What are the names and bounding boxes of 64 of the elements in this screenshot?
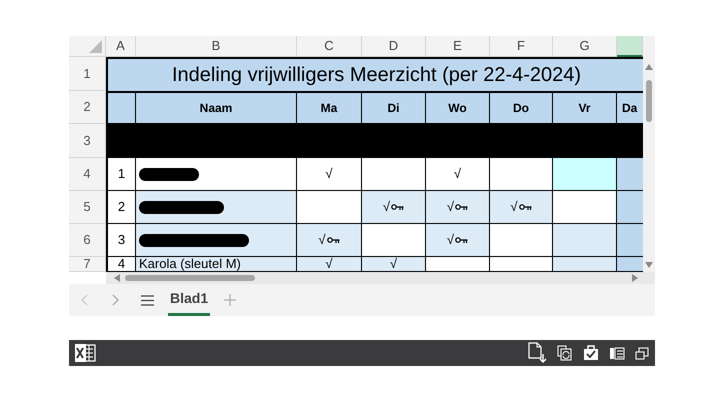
copies-refresh-icon[interactable]	[557, 345, 573, 361]
check-mark: √	[446, 198, 454, 216]
column-header[interactable]: G	[553, 36, 617, 57]
menu-icon[interactable]	[141, 294, 154, 306]
vertical-scrollbar[interactable]	[643, 36, 655, 272]
row-header[interactable]: 7	[69, 257, 106, 272]
column-header[interactable]: C	[297, 36, 362, 57]
row-header[interactable]: 3	[69, 124, 106, 158]
row-header[interactable]: 2	[69, 91, 106, 124]
column-heading: Naam	[136, 91, 297, 124]
check-mark: √	[390, 257, 398, 270]
check-mark: √	[318, 231, 326, 250]
row-header[interactable]: 5	[69, 191, 106, 224]
key-icon	[391, 204, 404, 210]
row-number-cell: 2	[106, 191, 136, 224]
redaction-mark	[139, 168, 199, 180]
row-header[interactable]: 1	[69, 57, 106, 91]
column-heading: Da	[617, 91, 643, 124]
row-header[interactable]: 4	[69, 158, 106, 191]
scroll-up-icon[interactable]	[645, 64, 653, 70]
column-heading: Di	[362, 91, 426, 124]
column-header[interactable]: E	[426, 36, 490, 57]
column-heading: Ma	[297, 91, 362, 124]
scroll-down-icon[interactable]	[645, 262, 653, 268]
next-sheet-icon[interactable]	[112, 294, 119, 306]
check-mark: √	[454, 165, 462, 184]
sheet-tab[interactable]: Blad1	[168, 284, 210, 316]
row-number-cell: 3	[106, 224, 136, 257]
check-mark: √	[325, 165, 333, 184]
add-sheet-icon[interactable]	[224, 294, 236, 306]
reading-view-icon[interactable]	[609, 346, 625, 360]
column-header[interactable]	[617, 36, 643, 57]
column-header[interactable]: B	[136, 36, 297, 57]
column-header[interactable]: D	[362, 36, 426, 57]
key-icon	[455, 204, 468, 210]
column-header[interactable]: A	[106, 36, 136, 57]
scroll-thumb[interactable]	[125, 275, 255, 281]
column-heading: Vr	[553, 91, 617, 124]
select-all-icon[interactable]	[89, 40, 102, 53]
check-mark: √	[325, 257, 333, 270]
check-mark: √	[446, 231, 454, 250]
key-icon	[518, 204, 532, 210]
row-number-cell: 1	[106, 158, 136, 191]
scroll-right-icon[interactable]	[632, 274, 638, 282]
key-icon	[455, 236, 468, 244]
document-download-icon[interactable]	[527, 342, 547, 364]
previous-sheet-icon[interactable]	[81, 294, 88, 306]
sheet-title: Indeling vrijwilligers Meerzicht (per 22-4-2024)	[106, 57, 643, 91]
check-mark: √	[382, 198, 390, 216]
restore-window-icon[interactable]	[635, 346, 649, 360]
key-icon	[326, 236, 340, 244]
column-header[interactable]: F	[490, 36, 553, 57]
name-text: Karola (sleutel M)	[139, 257, 241, 270]
scroll-left-icon[interactable]	[114, 274, 120, 282]
check-mark: √	[510, 198, 518, 216]
column-heading: Do	[490, 91, 553, 124]
clipboard-check-icon[interactable]	[583, 345, 599, 361]
scroll-thumb[interactable]	[646, 80, 652, 122]
horizontal-scrollbar[interactable]	[106, 272, 655, 284]
table-cell	[106, 91, 136, 124]
spreadsheet-app-icon[interactable]	[74, 343, 96, 363]
column-heading: Wo	[426, 91, 490, 124]
row-header[interactable]: 6	[69, 224, 106, 257]
row-number-cell: 4	[106, 257, 136, 272]
